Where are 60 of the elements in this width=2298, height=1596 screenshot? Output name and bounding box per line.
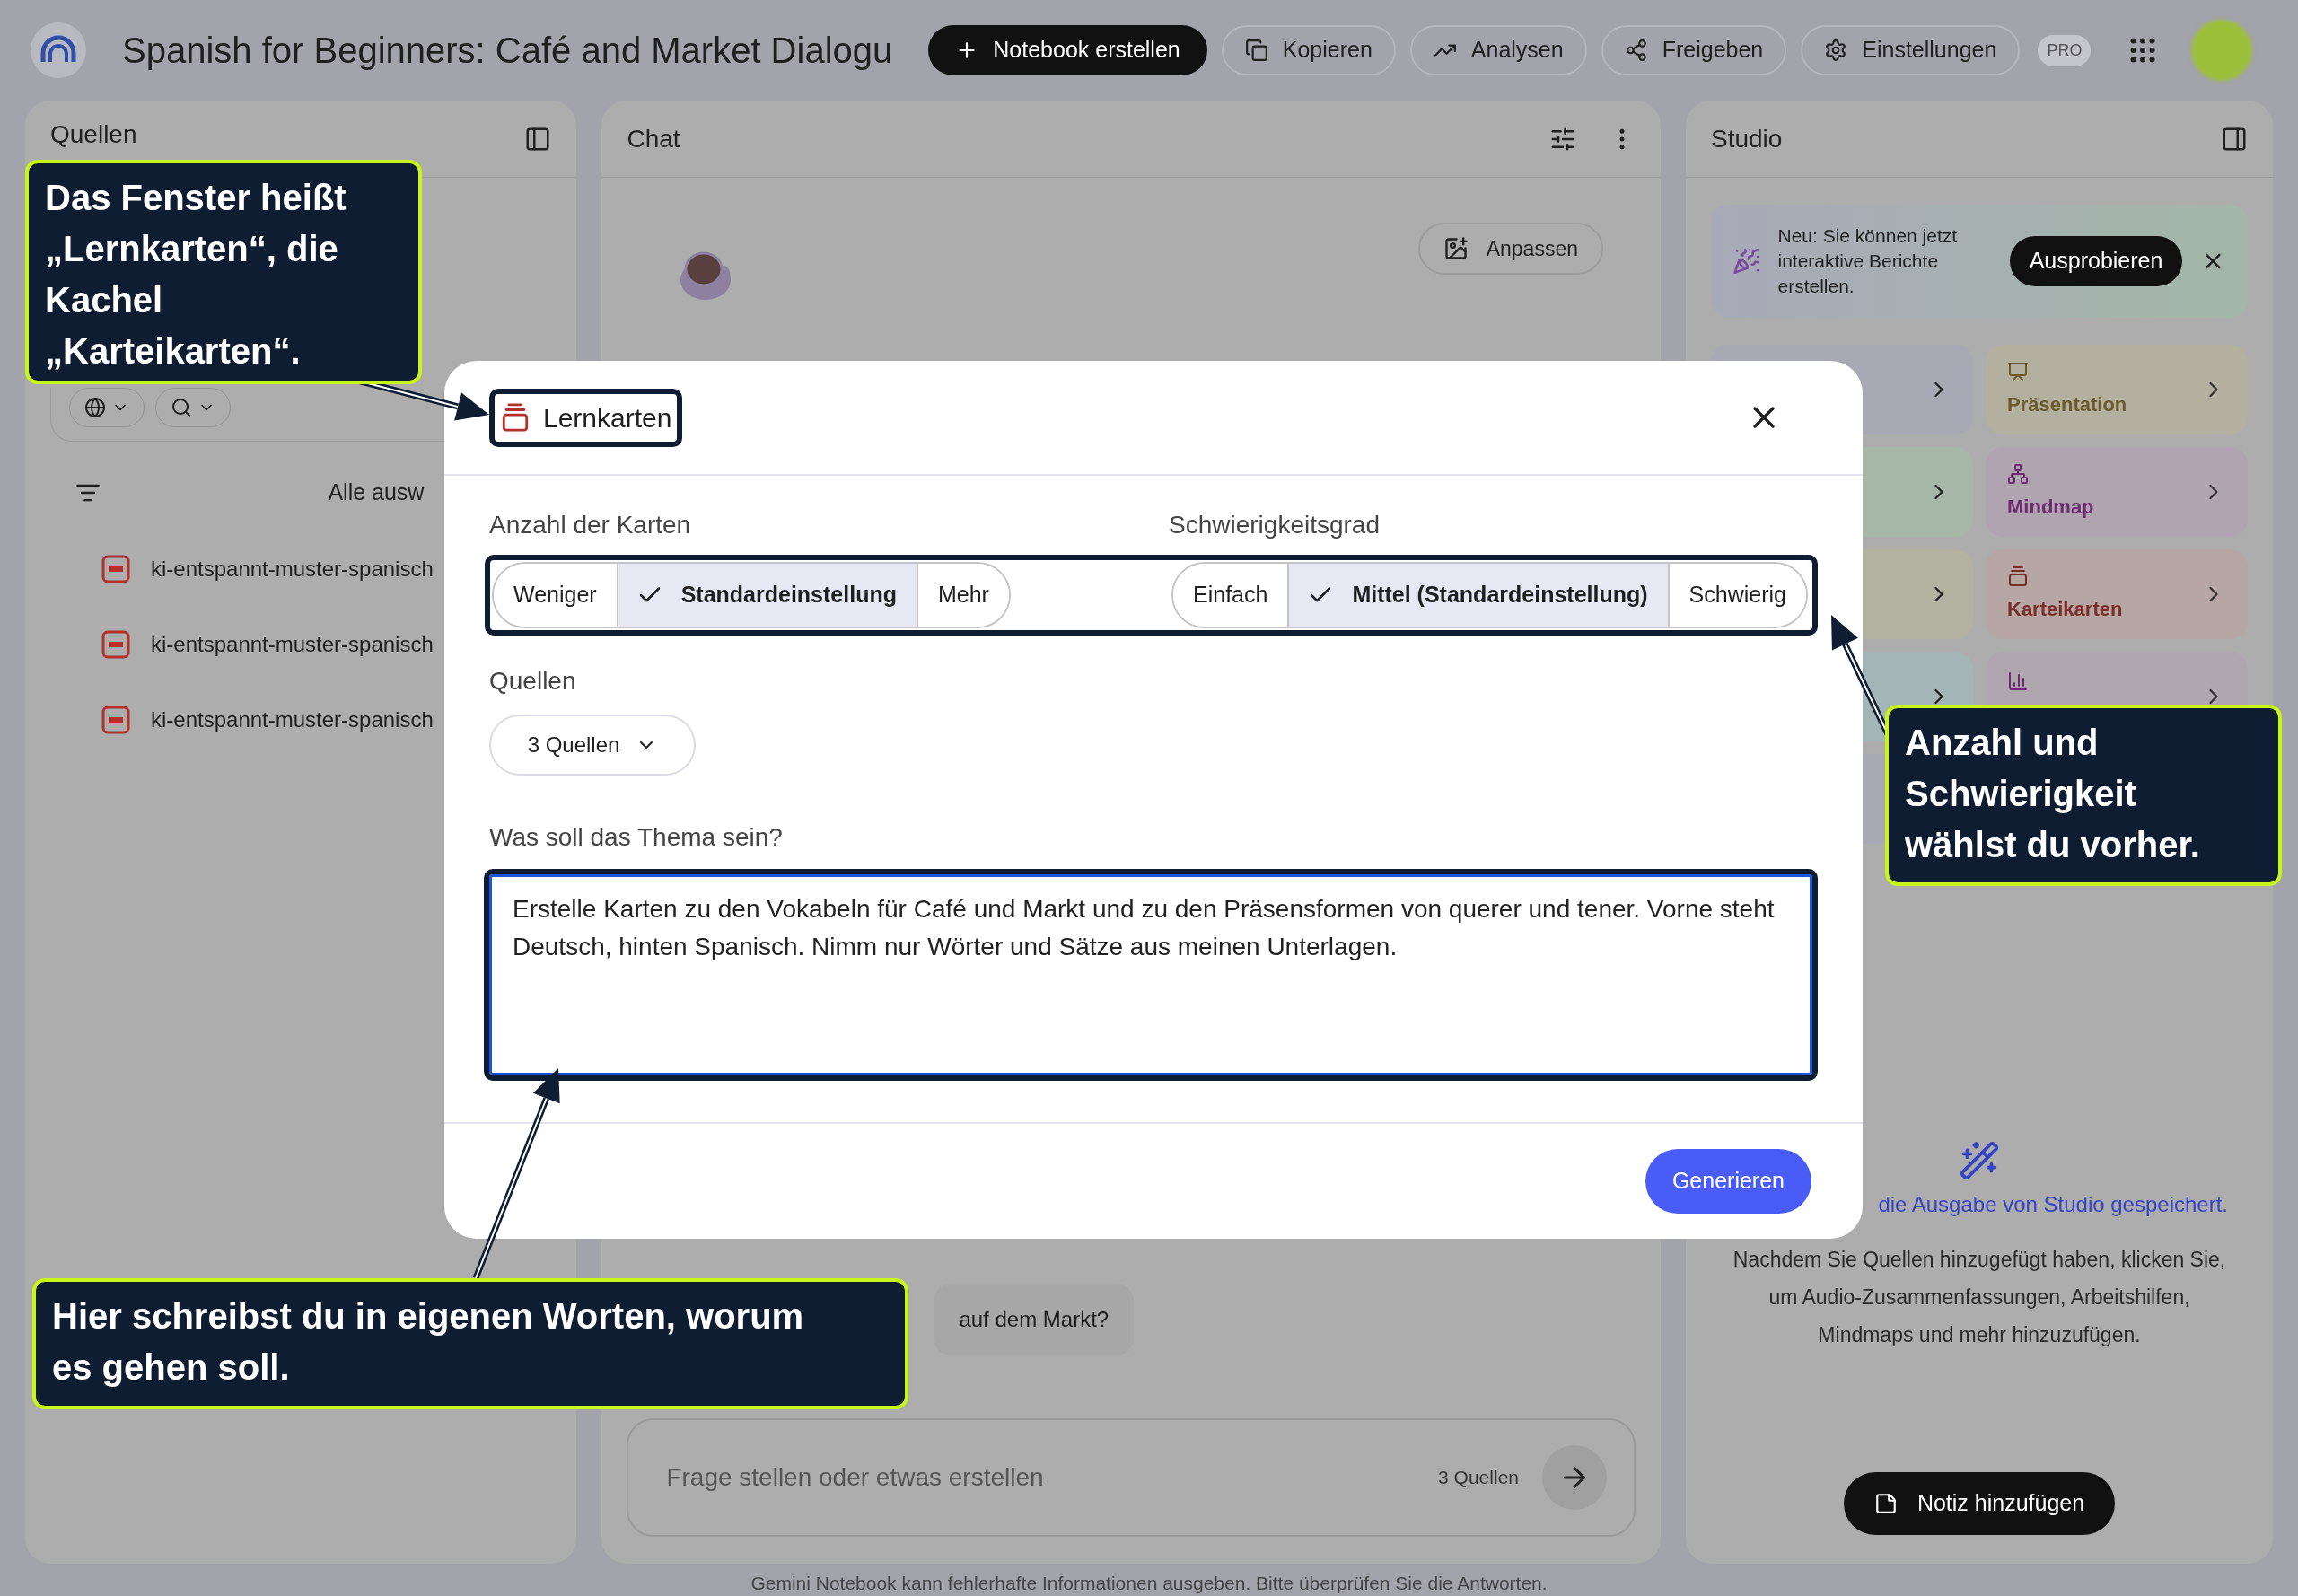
toolbar-button[interactable]: Einstellungen — [1801, 25, 2021, 75]
try-button[interactable]: Ausprobieren — [2009, 236, 2183, 286]
chat-input-field[interactable]: Frage stellen oder etwas erstellen 3 Quellen — [627, 1418, 1636, 1537]
panel-title: Quellen — [50, 118, 137, 150]
field-label: Anzahl der Karten — [489, 510, 692, 540]
cards-icon — [2007, 565, 2029, 587]
annotation-tooltip: Das Fenster heißt „Lernkarten“, die Kachel „Karteikarten“. — [25, 160, 422, 384]
field-label: Schwierigkeitsgrad — [1169, 510, 1381, 540]
customize-button[interactable]: Anpassen — [1417, 223, 1603, 275]
pro-badge: PRO — [2038, 34, 2092, 66]
tile-label: Karteikarten — [2007, 596, 2123, 622]
panel-title: Chat — [627, 123, 680, 154]
field-label: Quellen — [489, 666, 577, 697]
banner-text: Neu: Sie können jetzt interaktive Berichte erstellen. — [1777, 224, 1959, 298]
sources-dropdown[interactable]: 3 Quellen — [489, 715, 696, 776]
bar-chart-icon — [2007, 671, 2029, 692]
dialog-title: Lernkarten — [543, 401, 672, 434]
segment-option[interactable]: Schwierig — [1667, 564, 1806, 627]
image-sparkle-icon — [1443, 236, 1469, 261]
add-note-button[interactable]: Notiz hinzufügen — [1843, 1472, 2116, 1535]
slides-icon — [2007, 360, 2029, 382]
generate-button[interactable]: Generieren — [1645, 1149, 1811, 1214]
empty-state-text: Nachdem Sie Quellen hinzugefügt haben, klicken Sie, um Audio-Zusammenfassungen, Arbeitshilfen, Mindmaps und mehr hinzuzufügen. — [1732, 1247, 2227, 1348]
disclaimer-text: Gemini Notebook kann fehlerhafte Informationen ausgeben. Bitte überprüfen Sie die Antworten. — [750, 1572, 1548, 1595]
magic-wand-icon — [1959, 1140, 2000, 1181]
logo-icon — [31, 22, 86, 78]
search-icon — [171, 397, 192, 418]
share-icon — [1624, 39, 1648, 62]
party-popper-icon — [1732, 247, 1760, 276]
toolbar-button[interactable]: Kopieren — [1221, 25, 1396, 75]
segment-option[interactable]: Standardeinstellung — [616, 564, 917, 627]
topic-field[interactable]: Erstelle Karten zu den Vokabeln für Café und Markt und zu den Präsensformen von querer und tener. Vorne steht Deutsch, hinten Spanisch. Nimm nur Wörter und Sätze aus meinen Unterlagen. — [484, 869, 1818, 1081]
tile-label: Präsentation — [2007, 391, 2127, 417]
studio-tile[interactable]: Karteikarten — [1986, 549, 2248, 639]
globe-icon — [84, 397, 106, 418]
field-label: Was soll das Thema sein? — [489, 822, 784, 853]
settings-icon — [1824, 39, 1848, 62]
toolbar-button[interactable]: Freigeben — [1601, 25, 1787, 75]
input-placeholder: Frage stellen oder etwas erstellen — [666, 1462, 1045, 1493]
source-file-name[interactable]: ki-entspannt-muster-spanisch — [151, 552, 434, 585]
notebook-title: Spanish for Beginners: Café and Market Dialogu — [122, 30, 893, 72]
suggested-question[interactable]: auf dem Markt? — [934, 1284, 1135, 1355]
source-file-name[interactable]: ki-entspannt-muster-spanisch — [151, 703, 434, 736]
source-file-name[interactable]: ki-entspannt-muster-spanisch — [151, 627, 434, 661]
mindmap-icon — [2007, 462, 2029, 485]
tile-label: Mindmap — [2007, 494, 2094, 520]
panel-title: Studio — [1711, 123, 1783, 154]
create-notebook-button[interactable]: Notebook erstellen — [928, 25, 1207, 75]
annotation-tooltip: Anzahl und Schwierigkeit wählst du vorher. — [1885, 705, 2282, 886]
cards-icon — [500, 402, 531, 433]
empty-state-title: die Ausgabe von Studio gespeichert. — [1878, 1191, 2228, 1218]
studio-tile[interactable]: Mindmap — [1986, 447, 2248, 537]
source-count: 3 Quellen — [1438, 1466, 1519, 1490]
segment-option[interactable]: Mittel (Standardeinstellung) — [1287, 564, 1668, 627]
toolbar-button[interactable]: Analysen — [1409, 25, 1587, 75]
annotation-tooltip: Hier schreibst du in eigenen Worten, worum es gehen soll. — [32, 1278, 908, 1409]
copy-icon — [1244, 39, 1268, 62]
note-icon — [1873, 1492, 1898, 1515]
select-all-label: Alle ausw — [328, 478, 425, 506]
segment-option[interactable]: Mehr — [916, 564, 1009, 627]
